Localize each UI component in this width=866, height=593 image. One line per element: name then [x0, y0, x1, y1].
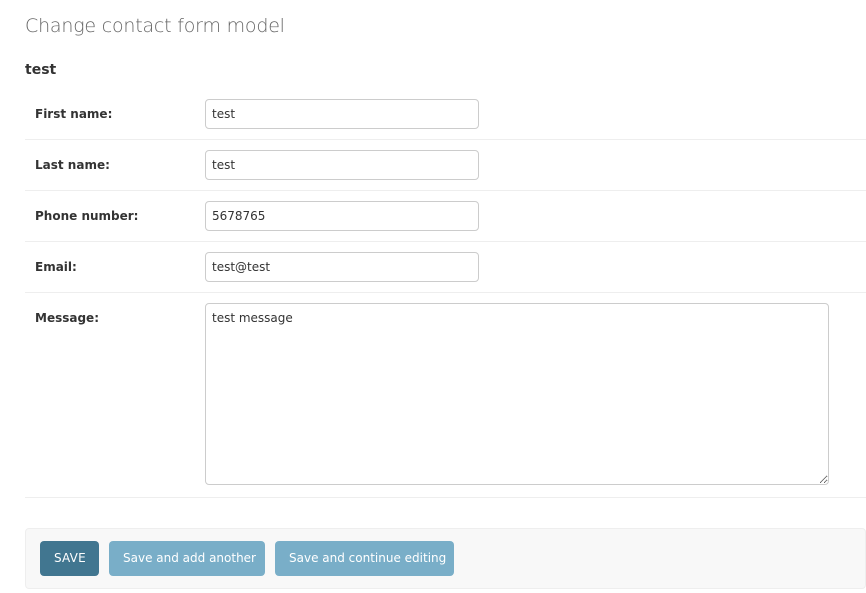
form-row-phone-number: Phone number: [25, 191, 866, 242]
phone-number-label: Phone number: [35, 209, 139, 223]
save-button[interactable]: SAVE [40, 541, 99, 576]
admin-change-form-page: Change contact form model test First nam… [0, 0, 866, 593]
form-row-message: Message: test message [25, 293, 866, 498]
first-name-input[interactable] [205, 99, 479, 129]
form-row-email: Email: [25, 242, 866, 293]
first-name-label: First name: [35, 107, 113, 121]
last-name-input[interactable] [205, 150, 479, 180]
message-textarea[interactable]: test message [205, 303, 829, 485]
form-row-first-name: First name: [25, 89, 866, 140]
object-name-heading: test [25, 62, 57, 78]
save-and-add-another-button[interactable]: Save and add another [109, 541, 265, 576]
email-label: Email: [35, 260, 77, 274]
phone-number-input[interactable] [205, 201, 479, 231]
submit-row: SAVE Save and add another Save and conti… [25, 528, 866, 589]
save-and-continue-editing-button[interactable]: Save and continue editing [275, 541, 454, 576]
page-title: Change contact form model [25, 15, 285, 37]
email-input[interactable] [205, 252, 479, 282]
last-name-label: Last name: [35, 158, 110, 172]
form-row-last-name: Last name: [25, 140, 866, 191]
message-label: Message: [35, 311, 99, 325]
